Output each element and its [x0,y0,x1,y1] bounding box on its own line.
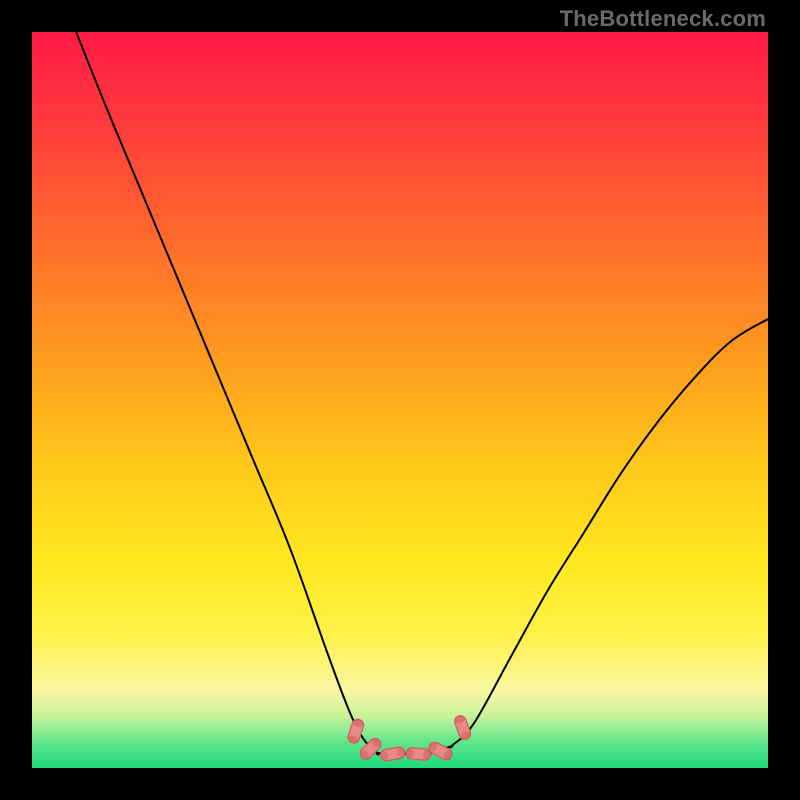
plot-area [32,32,768,768]
bottleneck-path [76,32,768,754]
watermark-text: TheBottleneck.com [560,6,766,32]
valley-marker-2 [380,746,406,761]
valley-marker-4 [427,740,454,761]
chart-frame: TheBottleneck.com [0,0,800,800]
valley-marker-0 [347,718,365,745]
valley-marker-3 [406,747,431,760]
valley-marker-5 [453,714,472,741]
curve-layer [32,32,768,768]
valley-markers [347,714,472,762]
valley-marker-1 [358,736,383,761]
bottleneck-curve [76,32,768,754]
